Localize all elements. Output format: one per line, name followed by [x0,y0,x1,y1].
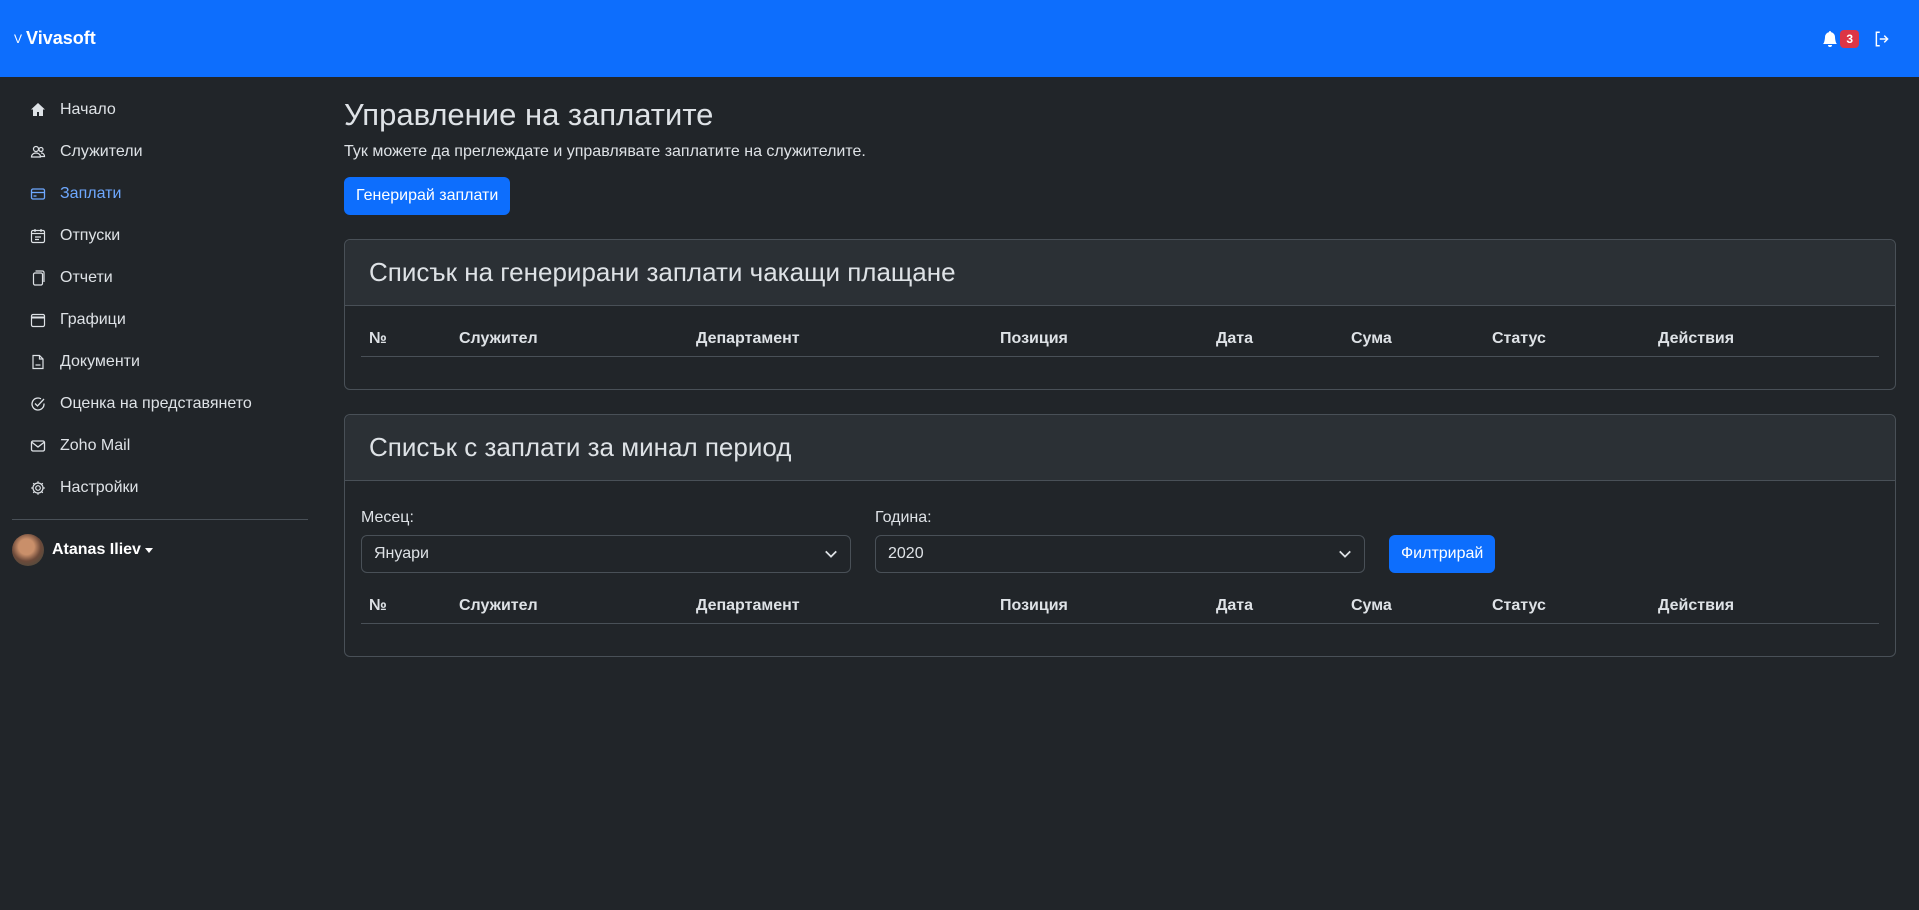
column-header-actions: Действия [1650,589,1879,624]
brand-logo[interactable]: V Vivasoft [14,28,96,49]
sidebar-item-home[interactable]: Начало [12,89,308,131]
logout-button[interactable] [1873,30,1891,48]
caret-down-icon [144,547,153,553]
year-label: Година: [875,509,932,526]
pending-salaries-card: Списък на генерирани заплати чакащи плащ… [344,239,1896,390]
year-selected-value: 2020 [888,545,924,562]
card-title: Списък на генерирани заплати чакащи плащ… [369,257,956,287]
chevron-down-icon [1339,550,1351,558]
column-header-date[interactable]: Дата [1208,589,1343,624]
mail-icon [28,436,48,456]
avatar [12,534,44,566]
column-header-number[interactable]: № [361,322,451,357]
column-header-employee[interactable]: Служител [451,322,688,357]
sidebar-item-label: Отчети [60,269,113,286]
sidebar: Начало Служители Заплати Отпуски Отчети … [0,77,320,910]
sidebar-item-label: Документи [60,353,140,370]
column-header-department[interactable]: Департамент [688,589,992,624]
page-title: Управление на заплатите [344,97,714,132]
top-navbar: V Vivasoft 3 [0,0,1919,77]
sidebar-item-reports[interactable]: Отчети [12,257,308,299]
sidebar-item-label: Оценка на представянето [60,395,252,412]
table-header-row: № Служител Департамент Позиция Дата Сума… [361,589,1879,624]
column-header-position[interactable]: Позиция [992,589,1208,624]
month-field: Месец: Януари [361,509,851,573]
sidebar-item-salaries[interactable]: Заплати [12,173,308,215]
column-header-status[interactable]: Статус [1484,589,1650,624]
users-icon [28,142,48,162]
bell-icon [1823,30,1838,47]
card-body: Месец: Януари Година: 2020 Филтрирай № С… [345,481,1895,656]
notifications-button[interactable]: 3 [1822,29,1859,48]
user-name: Atanas Iliev [52,541,141,558]
sidebar-item-label: Начало [60,101,116,118]
navbar-actions: 3 [1822,29,1905,48]
chevron-down-icon [825,550,837,558]
calendar-icon [28,226,48,246]
sidebar-item-employees[interactable]: Служители [12,131,308,173]
document-icon [28,352,48,372]
home-icon [28,100,48,120]
past-salaries-table: № Служител Департамент Позиция Дата Сума… [361,589,1879,624]
notification-count-badge: 3 [1840,29,1859,48]
logout-icon [1875,31,1889,46]
month-selected-value: Януари [374,545,429,562]
card-title: Списък с заплати за минал период [369,432,792,462]
page-subtitle: Тук можете да преглеждате и управлявате … [344,143,866,160]
sidebar-item-label: Графици [60,311,126,328]
generate-salaries-button[interactable]: Генерирай заплати [344,177,511,215]
user-menu-dropdown[interactable]: Atanas Iliev [12,534,308,566]
schedule-icon [28,310,48,330]
sidebar-item-schedules[interactable]: Графици [12,299,308,341]
pending-salaries-table: № Служител Департамент Позиция Дата Сума… [361,322,1879,357]
brand-name: Vivasoft [26,28,96,48]
column-header-amount[interactable]: Сума [1343,322,1484,357]
gear-icon [28,478,48,498]
sidebar-item-label: Служители [60,143,143,160]
report-icon [28,268,48,288]
month-label: Месец: [361,509,414,526]
card-header: Списък с заплати за минал период [345,415,1895,481]
brand-mark: V [14,31,23,46]
sidebar-divider [12,519,308,520]
column-header-number[interactable]: № [361,589,451,624]
month-select[interactable]: Януари [361,535,851,573]
sidebar-item-label: Заплати [60,185,122,202]
sidebar-item-performance[interactable]: Оценка на представянето [12,383,308,425]
past-salaries-card: Списък с заплати за минал период Месец: … [344,414,1896,657]
column-header-position[interactable]: Позиция [992,322,1208,357]
sidebar-item-leaves[interactable]: Отпуски [12,215,308,257]
sidebar-item-label: Отпуски [60,227,121,244]
sidebar-item-label: Настройки [60,479,139,496]
column-header-employee[interactable]: Служител [451,589,688,624]
main-content: Управление на заплатите Тук можете да пр… [344,77,1896,657]
column-header-date[interactable]: Дата [1208,322,1343,357]
card-header: Списък на генерирани заплати чакащи плащ… [345,240,1895,306]
year-field: Година: 2020 [875,509,1365,573]
column-header-department[interactable]: Департамент [688,322,992,357]
sidebar-item-zoho-mail[interactable]: Zoho Mail [12,425,308,467]
filter-button[interactable]: Филтрирай [1389,535,1496,573]
sidebar-item-documents[interactable]: Документи [12,341,308,383]
column-header-amount[interactable]: Сума [1343,589,1484,624]
column-header-actions: Действия [1650,322,1879,357]
year-select[interactable]: 2020 [875,535,1365,573]
card-icon [28,184,48,204]
sidebar-menu: Начало Служители Заплати Отпуски Отчети … [12,89,308,509]
check-circle-icon [28,394,48,414]
column-header-status[interactable]: Статус [1484,322,1650,357]
sidebar-item-settings[interactable]: Настройки [12,467,308,509]
sidebar-item-label: Zoho Mail [60,437,131,454]
table-header-row: № Служител Департамент Позиция Дата Сума… [361,322,1879,357]
card-body: № Служител Департамент Позиция Дата Сума… [345,306,1895,389]
filter-row: Месец: Януари Година: 2020 Филтрирай [361,509,1879,573]
